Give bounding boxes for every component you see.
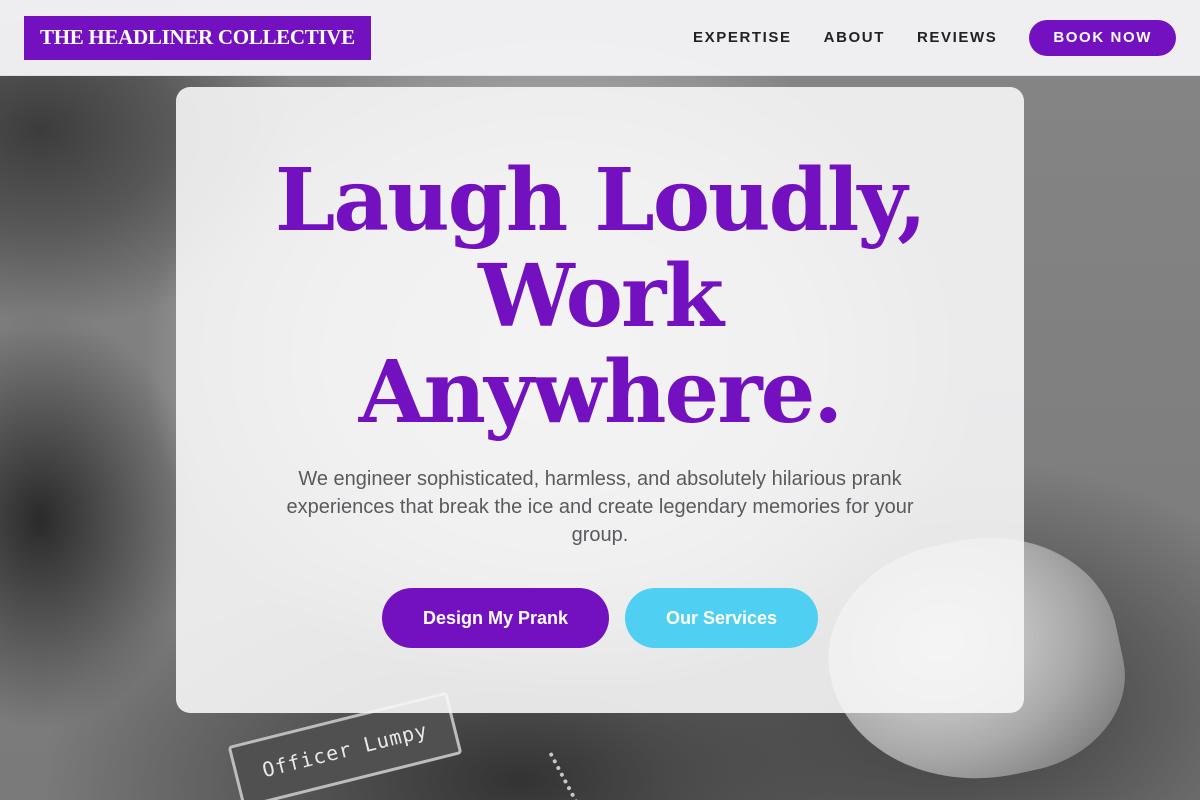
hero-cta-row: Design My Prank Our Services <box>176 588 1024 648</box>
our-services-button[interactable]: Our Services <box>625 588 818 648</box>
hero-title: Laugh Loudly, Work Anywhere. <box>176 153 1024 441</box>
hero-subtitle: We engineer sophisticated, harmless, and… <box>286 468 914 546</box>
hero-title-line-2: Work <box>478 246 724 347</box>
nav-link-expertise[interactable]: EXPERTISE <box>693 29 792 46</box>
hero-title-line-1: Laugh Loudly, <box>274 150 927 251</box>
book-now-button[interactable]: BOOK NOW <box>1029 19 1176 56</box>
site-header: THE HEADLINER COLLECTIVE EXPERTISE ABOUT… <box>0 0 1200 76</box>
main-nav: EXPERTISE ABOUT REVIEWS BOOK NOW <box>693 19 1176 56</box>
site-logo[interactable]: THE HEADLINER COLLECTIVE <box>24 15 371 60</box>
design-my-prank-button[interactable]: Design My Prank <box>382 588 609 648</box>
hero-title-line-3: Anywhere. <box>358 342 843 443</box>
nav-link-reviews[interactable]: REVIEWS <box>917 29 997 46</box>
hero-card: Laugh Loudly, Work Anywhere. We engineer… <box>176 87 1024 713</box>
nav-link-about[interactable]: ABOUT <box>824 29 885 46</box>
